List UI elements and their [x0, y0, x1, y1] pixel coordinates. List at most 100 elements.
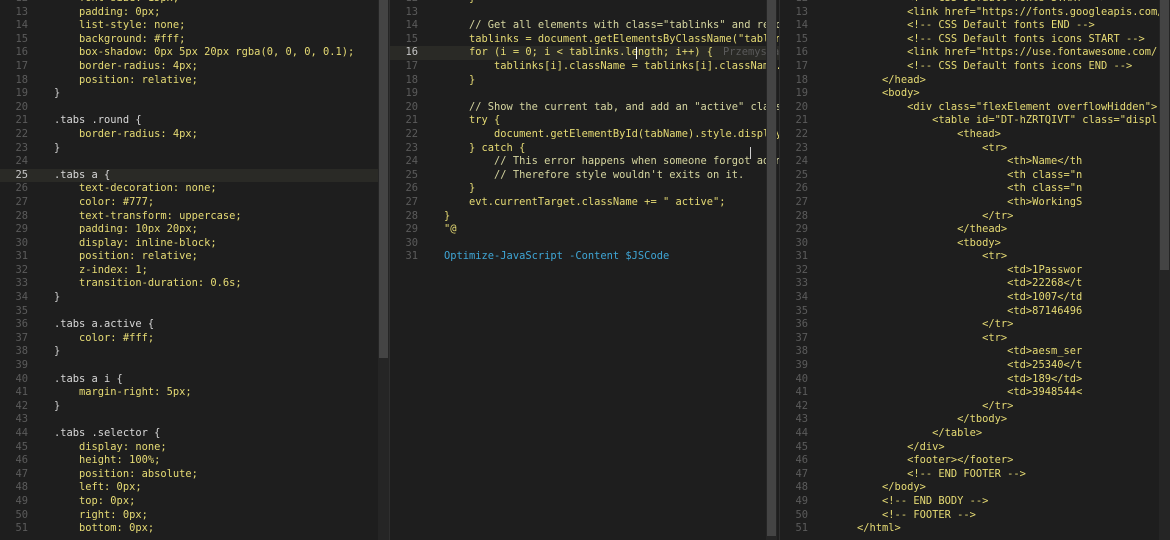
code-line[interactable]: 43 </tbody>: [780, 413, 1170, 427]
code-line[interactable]: 17 <!-- CSS Default fonts icons END -->: [780, 60, 1170, 74]
code-line[interactable]: 44 .tabs .selector {: [0, 427, 389, 441]
code-line[interactable]: 21 <table id="DT-hZRTQIVT" class="displ: [780, 114, 1170, 128]
code-text[interactable]: border-radius: 4px;: [54, 128, 198, 142]
code-text[interactable]: <body>: [832, 87, 920, 101]
code-text[interactable]: <footer></footer>: [832, 454, 1013, 468]
code-text[interactable]: <tr>: [832, 332, 1007, 346]
code-line[interactable]: 41 margin-right: 5px;: [0, 386, 389, 400]
scrollbar[interactable]: [378, 0, 389, 540]
code-line[interactable]: 24 // This error happens when someone fo…: [390, 155, 779, 169]
code-text[interactable]: <th>Name</th: [832, 155, 1082, 169]
code-text[interactable]: top: 0px;: [54, 495, 135, 509]
code-text[interactable]: left: 0px;: [54, 481, 142, 495]
code-text[interactable]: text-decoration: none;: [54, 182, 217, 196]
code-text[interactable]: </div>: [832, 441, 945, 455]
code-line[interactable]: 15 tablinks = document.getElementsByClas…: [390, 33, 779, 47]
code-text[interactable]: .tabs a.active {: [54, 318, 154, 332]
code-line[interactable]: 17 tablinks[i].className = tablinks[i].c…: [390, 60, 779, 74]
code-line[interactable]: 30 display: inline-block;: [0, 237, 389, 251]
code-text[interactable]: <div class="flexElement overflowHidden">: [832, 101, 1157, 115]
code-line[interactable]: 26 <th class="n: [780, 182, 1170, 196]
code-area[interactable]: 12 font-size: 15px;13 padding: 0px;14 li…: [0, 0, 389, 536]
code-text[interactable]: // This error happens when someone forgo…: [444, 155, 779, 169]
code-text[interactable]: <tr>: [832, 142, 1007, 156]
scrollbar-thumb[interactable]: [767, 0, 776, 536]
code-text[interactable]: evt.currentTarget.className += " active"…: [444, 196, 726, 210]
code-line[interactable]: 13 <link href="https://fonts.googleapis.…: [780, 6, 1170, 20]
code-text[interactable]: </body>: [832, 481, 926, 495]
code-text[interactable]: .tabs .selector {: [54, 427, 160, 441]
code-text[interactable]: <td>aesm_ser: [832, 345, 1082, 359]
code-line[interactable]: 22 document.getElementById(tabName).styl…: [390, 128, 779, 142]
code-text[interactable]: for (i = 0; i < tablinks.length; i++) {: [444, 46, 713, 60]
code-line[interactable]: 42}: [0, 400, 389, 414]
code-line[interactable]: 22 <thead>: [780, 128, 1170, 142]
code-text[interactable]: padding: 0px;: [54, 6, 160, 20]
code-text[interactable]: .tabs a i {: [54, 373, 123, 387]
code-text[interactable]: position: relative;: [54, 74, 198, 88]
scrollbar-thumb[interactable]: [1160, 0, 1169, 270]
code-text[interactable]: list-style: none;: [54, 19, 185, 33]
code-text[interactable]: <td>87146496: [832, 305, 1082, 319]
code-text[interactable]: z-index: 1;: [54, 264, 148, 278]
code-line[interactable]: 48 </body>: [780, 481, 1170, 495]
code-line[interactable]: 13 padding: 0px;: [0, 6, 389, 20]
code-text[interactable]: margin-right: 5px;: [54, 386, 192, 400]
code-line[interactable]: 28 </tr>: [780, 210, 1170, 224]
code-text[interactable]: tablinks = document.getElementsByClassNa…: [444, 33, 779, 47]
code-line[interactable]: 36 .tabs a.active {: [0, 318, 389, 332]
code-line[interactable]: 47 <!-- END FOOTER -->: [780, 468, 1170, 482]
code-line[interactable]: 18 }: [390, 74, 779, 88]
code-text[interactable]: <table id="DT-hZRTQIVT" class="displ: [832, 114, 1157, 128]
code-line[interactable]: 39 <td>25340</t: [780, 359, 1170, 373]
editor-pane-css[interactable]: 12 font-size: 15px;13 padding: 0px;14 li…: [0, 0, 389, 540]
code-line[interactable]: 15 <!-- CSS Default fonts icons START --…: [780, 33, 1170, 47]
code-text[interactable]: tablinks[i].className = tablinks[i].clas…: [444, 60, 779, 74]
code-text[interactable]: <th>WorkingS: [832, 196, 1082, 210]
code-line[interactable]: 20 // Show the current tab, and add an "…: [390, 101, 779, 115]
code-line[interactable]: 14 <!-- CSS Default fonts END -->: [780, 19, 1170, 33]
code-line[interactable]: 15 background: #fff;: [0, 33, 389, 47]
code-line[interactable]: 26 text-decoration: none;: [0, 182, 389, 196]
code-line[interactable]: 34 <td>1007</td: [780, 291, 1170, 305]
code-line[interactable]: 40 <td>189</td>: [780, 373, 1170, 387]
code-line[interactable]: 29 padding: 10px 20px;: [0, 223, 389, 237]
code-line[interactable]: 49 <!-- END BODY -->: [780, 495, 1170, 509]
code-text[interactable]: .tabs .round {: [54, 114, 142, 128]
code-text[interactable]: </html>: [832, 522, 901, 536]
code-line[interactable]: 33 transition-duration: 0.6s;: [0, 277, 389, 291]
code-text[interactable]: </tr>: [832, 400, 1013, 414]
code-line[interactable]: 19: [390, 87, 779, 101]
code-text[interactable]: // Get all elements with class="tablinks…: [444, 19, 779, 33]
code-line[interactable]: 41 <td>3948544<: [780, 386, 1170, 400]
code-line[interactable]: 21 .tabs .round {: [0, 114, 389, 128]
code-text[interactable]: <!-- END BODY -->: [832, 495, 988, 509]
code-text[interactable]: <td>189</td>: [832, 373, 1082, 387]
code-line[interactable]: 51 bottom: 0px;: [0, 522, 389, 536]
code-line[interactable]: 30 <tbody>: [780, 237, 1170, 251]
code-text[interactable]: }: [444, 182, 475, 196]
code-line[interactable]: 27 evt.currentTarget.className += " acti…: [390, 196, 779, 210]
code-text[interactable]: color: #777;: [54, 196, 154, 210]
code-text[interactable]: }: [54, 142, 60, 156]
code-line[interactable]: 19}: [0, 87, 389, 101]
code-text[interactable]: border-radius: 4px;: [54, 60, 198, 74]
code-line[interactable]: 28}: [390, 210, 779, 224]
code-line[interactable]: 20 <div class="flexElement overflowHidde…: [780, 101, 1170, 115]
scrollbar[interactable]: [1159, 0, 1170, 540]
code-line[interactable]: 42 </tr>: [780, 400, 1170, 414]
code-line[interactable]: 18 </head>: [780, 74, 1170, 88]
code-line[interactable]: 16 <link href="https://use.fontawesome.c…: [780, 46, 1170, 60]
code-line[interactable]: 17 border-radius: 4px;: [0, 60, 389, 74]
code-line[interactable]: 47 position: absolute;: [0, 468, 389, 482]
code-text[interactable]: height: 100%;: [54, 454, 160, 468]
code-line[interactable]: 16 box-shadow: 0px 5px 20px rgba(0, 0, 0…: [0, 46, 389, 60]
code-line[interactable]: 20: [0, 101, 389, 115]
code-line[interactable]: 32 z-index: 1;: [0, 264, 389, 278]
code-text[interactable]: } catch {: [444, 142, 525, 156]
code-line[interactable]: 31 Optimize-JavaScript -Content $JSCode: [390, 250, 779, 264]
code-line[interactable]: 35 <td>87146496: [780, 305, 1170, 319]
code-text[interactable]: </tr>: [832, 210, 1013, 224]
code-text[interactable]: background: #fff;: [54, 33, 185, 47]
code-line[interactable]: 13: [390, 6, 779, 20]
